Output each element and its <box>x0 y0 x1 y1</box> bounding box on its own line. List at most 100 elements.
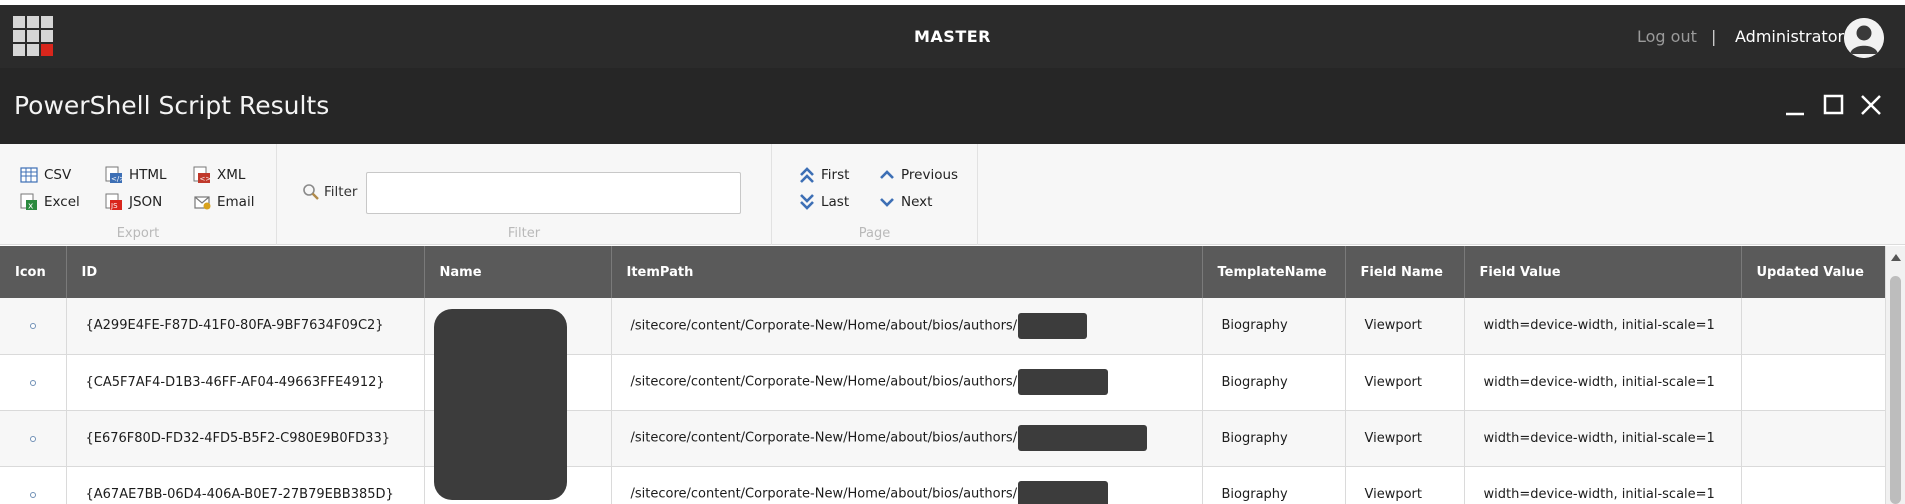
grid-header-row: Icon ID Name ItemPath TemplateName Field… <box>0 246 1885 298</box>
excel-icon: x <box>20 193 37 212</box>
export-excel-label: Excel <box>44 194 80 210</box>
maximize-icon[interactable] <box>1818 90 1848 120</box>
user-avatar-icon[interactable] <box>1844 18 1884 58</box>
chevron-down-icon <box>880 198 894 207</box>
page-group: First Last Previous Next Page <box>772 144 978 245</box>
row-updated-value[interactable] <box>1741 354 1885 411</box>
filter-label: Filter <box>302 183 357 201</box>
chevron-up-icon <box>880 170 894 179</box>
row-id: {A67AE7BB-06D4-406A-B0E7-27B79EBB385D} <box>66 466 425 504</box>
double-chevron-down-icon <box>800 194 814 210</box>
filter-input[interactable] <box>366 172 741 214</box>
redacted-block <box>1018 312 1088 339</box>
previous-page-label: Previous <box>901 167 959 183</box>
topbar-separator: | <box>1711 27 1717 46</box>
export-json-label: JSON <box>129 194 163 210</box>
last-page-label: Last <box>821 194 850 210</box>
redacted-block <box>1018 369 1109 395</box>
row-itempath: /sitecore/content/Corporate-New/Home/abo… <box>611 298 1203 355</box>
export-xml-button[interactable]: <> XML <box>193 164 245 186</box>
ribbon-toolbar: CSV x Excel </> HTML JS JSON <> XML Emai… <box>0 144 1905 245</box>
table-row[interactable]: {E676F80D-FD32-4FD5-B5F2-C980E9B0FD33} /… <box>0 410 1885 467</box>
export-group: CSV x Excel </> HTML JS JSON <> XML Emai… <box>0 144 277 245</box>
export-html-button[interactable]: </> HTML <box>105 164 167 186</box>
column-header-name[interactable]: Name <box>424 246 612 298</box>
export-xml-label: XML <box>217 167 246 183</box>
column-header-templatename[interactable]: TemplateName <box>1202 246 1346 298</box>
magnifier-icon <box>303 184 319 200</box>
table-row[interactable]: {A299E4FE-F87D-41F0-80FA-9BF7634F09C2} /… <box>0 298 1885 355</box>
double-chevron-up-icon <box>800 167 814 183</box>
email-icon <box>194 196 211 210</box>
column-header-itempath[interactable]: ItemPath <box>611 246 1203 298</box>
row-updated-value[interactable] <box>1741 410 1885 467</box>
filter-group-label: Filter <box>507 226 541 241</box>
row-icon-cell <box>0 298 67 355</box>
row-field-value: width=device-width, initial-scale=1 <box>1464 466 1742 504</box>
table-row[interactable]: {A67AE7BB-06D4-406A-B0E7-27B79EBB385D} /… <box>0 466 1885 504</box>
csv-icon <box>20 167 38 183</box>
html-icon: </> <box>105 166 123 183</box>
top-bar: MASTER Log out | Administrator <box>0 5 1905 68</box>
item-icon <box>29 491 36 498</box>
row-field-value: width=device-width, initial-scale=1 <box>1464 354 1742 411</box>
column-header-updated-value[interactable]: Updated Value <box>1741 246 1885 298</box>
item-icon <box>29 379 36 386</box>
database-name: MASTER <box>914 27 991 46</box>
export-json-button[interactable]: JS JSON <box>105 191 162 213</box>
export-csv-label: CSV <box>44 167 72 183</box>
logout-link[interactable]: Log out <box>1637 5 1697 68</box>
svg-text:x: x <box>28 202 34 212</box>
column-header-field-name[interactable]: Field Name <box>1345 246 1465 298</box>
row-itempath: /sitecore/content/Corporate-New/Home/abo… <box>611 410 1203 467</box>
redacted-block <box>1018 425 1148 451</box>
export-email-button[interactable]: Email <box>193 191 254 213</box>
row-templatename: Biography <box>1202 354 1346 411</box>
svg-text:<>: <> <box>200 175 212 183</box>
row-templatename: Biography <box>1202 298 1346 355</box>
app-grid-icon[interactable] <box>13 16 53 56</box>
table-row[interactable]: {CA5F7AF4-D1B3-46FF-AF04-49663FFE4912} /… <box>0 354 1885 411</box>
page-group-label: Page <box>858 226 891 241</box>
export-html-label: HTML <box>129 167 167 183</box>
export-excel-button[interactable]: x Excel <box>20 191 80 213</box>
json-icon: JS <box>105 193 122 210</box>
dialog-header: PowerShell Script Results <box>0 68 1905 144</box>
scrollbar-thumb[interactable] <box>1890 276 1901 504</box>
export-csv-button[interactable]: CSV <box>20 164 71 186</box>
row-itempath-text: /sitecore/content/Corporate-New/Home/abo… <box>630 374 1018 390</box>
row-itempath-text: /sitecore/content/Corporate-New/Home/abo… <box>630 318 1018 334</box>
row-id: {A299E4FE-F87D-41F0-80FA-9BF7634F09C2} <box>66 298 425 355</box>
row-field-name: Viewport <box>1345 298 1465 355</box>
row-itempath-text: /sitecore/content/Corporate-New/Home/abo… <box>630 430 1018 446</box>
row-updated-value[interactable] <box>1741 298 1885 355</box>
results-grid: Icon ID Name ItemPath TemplateName Field… <box>0 246 1885 504</box>
column-header-field-value[interactable]: Field Value <box>1464 246 1742 298</box>
next-page-button[interactable]: Next <box>879 191 932 213</box>
redacted-block <box>1018 481 1109 504</box>
row-icon-cell <box>0 466 67 504</box>
row-id: {CA5F7AF4-D1B3-46FF-AF04-49663FFE4912} <box>66 354 425 411</box>
redacted-name-block <box>434 309 567 500</box>
row-field-name: Viewport <box>1345 354 1465 411</box>
dialog-title: PowerShell Script Results <box>14 91 330 120</box>
row-templatename: Biography <box>1202 466 1346 504</box>
svg-text:</>: </> <box>111 175 123 183</box>
row-templatename: Biography <box>1202 410 1346 467</box>
row-itempath-text: /sitecore/content/Corporate-New/Home/abo… <box>630 486 1018 502</box>
column-header-icon[interactable]: Icon <box>0 246 67 298</box>
row-updated-value[interactable] <box>1741 466 1885 504</box>
row-icon-cell <box>0 354 67 411</box>
previous-page-button[interactable]: Previous <box>879 164 958 186</box>
column-header-id[interactable]: ID <box>66 246 425 298</box>
export-email-label: Email <box>217 194 255 210</box>
username[interactable]: Administrator <box>1735 5 1844 68</box>
first-page-button[interactable]: First <box>799 164 849 186</box>
grid-scrollbar[interactable] <box>1885 246 1905 504</box>
last-page-button[interactable]: Last <box>799 191 849 213</box>
close-icon[interactable] <box>1856 90 1886 120</box>
svg-text:JS: JS <box>110 202 118 210</box>
minimize-icon[interactable] <box>1780 90 1810 120</box>
export-group-label: Export <box>116 226 160 241</box>
scroll-up-icon[interactable] <box>1891 254 1901 261</box>
